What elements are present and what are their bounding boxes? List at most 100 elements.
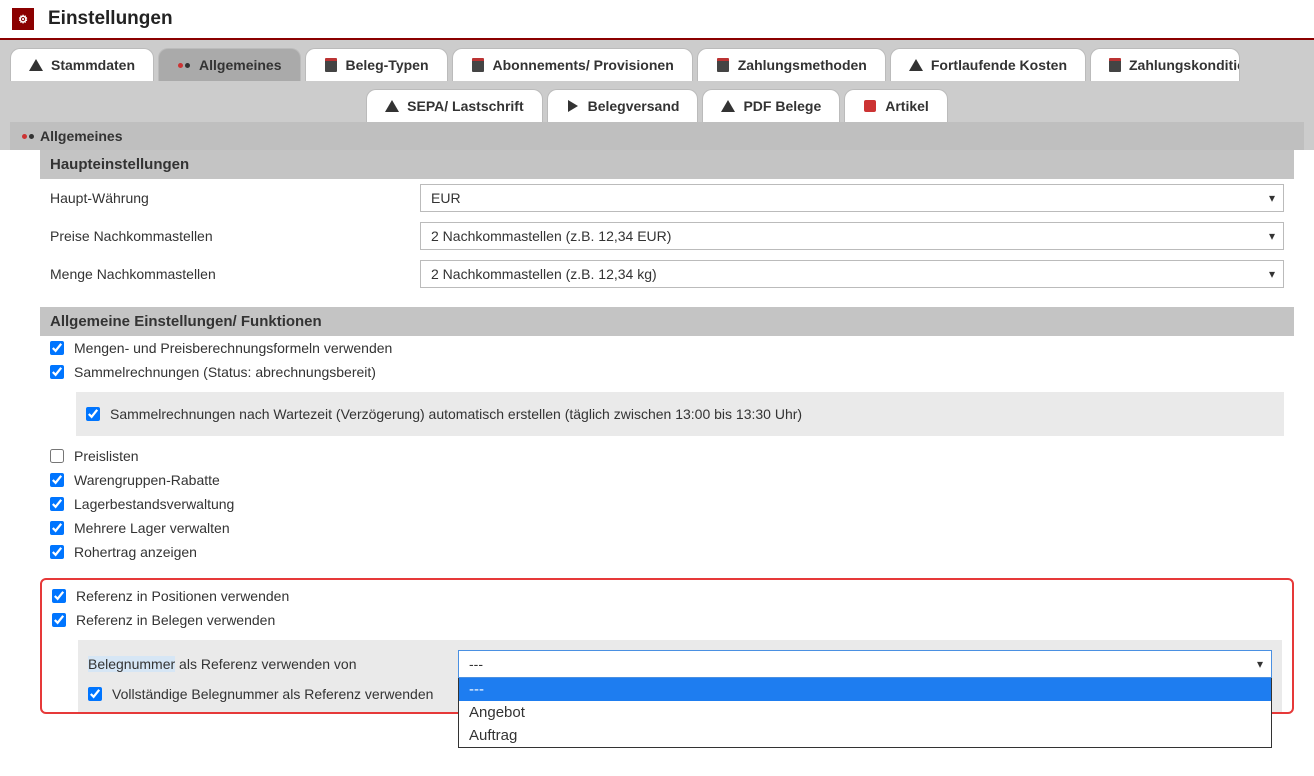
check-collective-auto: Sammelrechnungen nach Wartezeit (Verzöge…: [86, 406, 1274, 422]
check-ref-docs: Referenz in Belegen verwenden: [42, 608, 1292, 632]
highlighted-reference-box: Referenz in Positionen verwenden Referen…: [40, 578, 1294, 714]
ref-from-dropdown: --- Angebot Auftrag: [458, 678, 1272, 748]
select-currency[interactable]: EUR: [420, 184, 1284, 212]
section-title: Allgemeines: [10, 122, 1304, 150]
content-area: Haupteinstellungen Haupt-Währung EUR Pre…: [0, 150, 1314, 714]
cone-icon: [721, 99, 735, 113]
check-pricelists: Preislisten: [40, 444, 1294, 468]
checkbox-stock[interactable]: [50, 497, 64, 511]
checkbox-label: Referenz in Belegen verwenden: [76, 612, 275, 628]
checkbox-label: Preislisten: [74, 448, 139, 464]
tab-allgemeines[interactable]: Allgemeines: [158, 48, 300, 81]
ref-from-label-prefix: Belegnummer: [88, 656, 175, 672]
tabs-row-1: Stammdaten Allgemeines Beleg-Typen Abonn…: [10, 40, 1304, 81]
dropdown-option[interactable]: Angebot: [459, 701, 1271, 724]
tabs-row-2: SEPA/ Lastschrift Belegversand PDF Beleg…: [10, 81, 1304, 122]
tab-label: Beleg-Typen: [346, 57, 429, 73]
checkbox-label: Vollständige Belegnummer als Referenz ve…: [112, 686, 433, 702]
checkbox-multi-stock[interactable]: [50, 521, 64, 535]
check-multi-stock: Mehrere Lager verwalten: [40, 516, 1294, 540]
checkbox-label: Mengen- und Preisberechnungsformeln verw…: [74, 340, 392, 356]
document-icon: [471, 58, 485, 72]
tab-label: PDF Belege: [743, 98, 821, 114]
tab-pdf-belege[interactable]: PDF Belege: [702, 89, 840, 122]
checkbox-collective[interactable]: [50, 365, 64, 379]
row-qty-decimals: Menge Nachkommastellen 2 Nachkommastelle…: [40, 255, 1294, 293]
tab-belegversand[interactable]: Belegversand: [547, 89, 699, 122]
arrow-right-icon: [566, 99, 580, 113]
document-icon: [716, 58, 730, 72]
checkbox-label: Mehrere Lager verwalten: [74, 520, 230, 536]
checkbox-formulas[interactable]: [50, 341, 64, 355]
row-currency: Haupt-Währung EUR: [40, 179, 1294, 217]
settings-icon: ⚙: [12, 8, 34, 30]
tab-artikel[interactable]: Artikel: [844, 89, 948, 122]
check-ref-positions: Referenz in Positionen verwenden: [42, 584, 1292, 608]
checkbox-group-discounts[interactable]: [50, 473, 64, 487]
dots-icon: [177, 58, 191, 72]
dropdown-option[interactable]: Auftrag: [459, 724, 1271, 747]
checkbox-pricelists[interactable]: [50, 449, 64, 463]
ref-from-label-suffix: als Referenz verwenden von: [175, 656, 356, 672]
tab-label: Belegversand: [588, 98, 680, 114]
cone-icon: [909, 58, 923, 72]
tab-label: Zahlungskonditionen: [1129, 57, 1240, 73]
checkbox-margin[interactable]: [50, 545, 64, 559]
ref-from-label: Belegnummer als Referenz verwenden von: [88, 656, 448, 672]
label-qty-decimals: Menge Nachkommastellen: [50, 266, 410, 282]
page-header: ⚙ Einstellungen: [0, 0, 1314, 40]
tab-label: Fortlaufende Kosten: [931, 57, 1067, 73]
dropdown-option[interactable]: ---: [459, 678, 1271, 701]
panel-header: Allgemeine Einstellungen/ Funktionen: [40, 307, 1294, 336]
checkbox-label: Lagerbestandsverwaltung: [74, 496, 234, 512]
dots-icon: [22, 134, 34, 139]
tab-label: Artikel: [885, 98, 929, 114]
panel-header: Haupteinstellungen: [40, 150, 1294, 179]
ref-sub-panel: Belegnummer als Referenz verwenden von -…: [78, 640, 1282, 712]
ref-from-select[interactable]: ---: [458, 650, 1272, 678]
check-formulas: Mengen- und Preisberechnungsformeln verw…: [40, 336, 1294, 360]
label-price-decimals: Preise Nachkommastellen: [50, 228, 410, 244]
checkbox-full-ref[interactable]: [88, 687, 102, 701]
checkbox-ref-docs[interactable]: [52, 613, 66, 627]
ref-from-select-wrap: --- --- Angebot Auftrag: [458, 650, 1272, 678]
page-title: Einstellungen: [48, 8, 173, 30]
cone-icon: [29, 58, 43, 72]
cone-icon: [385, 99, 399, 113]
tabs-container: Stammdaten Allgemeines Beleg-Typen Abonn…: [0, 40, 1314, 150]
tab-label: Abonnements/ Provisionen: [493, 57, 674, 73]
document-icon: [1109, 58, 1121, 72]
checkbox-label: Sammelrechnungen (Status: abrechnungsber…: [74, 364, 376, 380]
shopping-bag-icon: [863, 99, 877, 113]
tab-zahlungsmethoden[interactable]: Zahlungsmethoden: [697, 48, 886, 81]
panel-main-settings: Haupteinstellungen Haupt-Währung EUR Pre…: [40, 150, 1294, 293]
label-currency: Haupt-Währung: [50, 190, 410, 206]
tab-sepa[interactable]: SEPA/ Lastschrift: [366, 89, 542, 122]
panel-general-settings: Allgemeine Einstellungen/ Funktionen Men…: [40, 307, 1294, 564]
check-stock: Lagerbestandsverwaltung: [40, 492, 1294, 516]
checkbox-ref-positions[interactable]: [52, 589, 66, 603]
tab-stammdaten[interactable]: Stammdaten: [10, 48, 154, 81]
select-qty-decimals[interactable]: 2 Nachkommastellen (z.B. 12,34 kg): [420, 260, 1284, 288]
checkbox-label: Sammelrechnungen nach Wartezeit (Verzöge…: [110, 406, 802, 422]
checkbox-collective-auto[interactable]: [86, 407, 100, 421]
row-price-decimals: Preise Nachkommastellen 2 Nachkommastell…: [40, 217, 1294, 255]
section-title-label: Allgemeines: [40, 128, 122, 144]
check-margin: Rohertrag anzeigen: [40, 540, 1294, 564]
select-price-decimals[interactable]: 2 Nachkommastellen (z.B. 12,34 EUR): [420, 222, 1284, 250]
checkbox-label: Referenz in Positionen verwenden: [76, 588, 289, 604]
tab-label: Allgemeines: [199, 57, 281, 73]
tab-abonnements[interactable]: Abonnements/ Provisionen: [452, 48, 693, 81]
tab-fortlaufende-kosten[interactable]: Fortlaufende Kosten: [890, 48, 1086, 81]
sub-panel-collective: Sammelrechnungen nach Wartezeit (Verzöge…: [76, 392, 1284, 436]
tab-label: Zahlungsmethoden: [738, 57, 867, 73]
checkbox-label: Rohertrag anzeigen: [74, 544, 197, 560]
document-icon: [324, 58, 338, 72]
tab-label: SEPA/ Lastschrift: [407, 98, 523, 114]
tab-zahlungskonditionen[interactable]: Zahlungskonditionen: [1090, 48, 1240, 81]
checkbox-label: Warengruppen-Rabatte: [74, 472, 220, 488]
ref-from-row: Belegnummer als Referenz verwenden von -…: [88, 650, 1272, 678]
check-collective: Sammelrechnungen (Status: abrechnungsber…: [40, 360, 1294, 384]
check-group-discounts: Warengruppen-Rabatte: [40, 468, 1294, 492]
tab-beleg-typen[interactable]: Beleg-Typen: [305, 48, 448, 81]
